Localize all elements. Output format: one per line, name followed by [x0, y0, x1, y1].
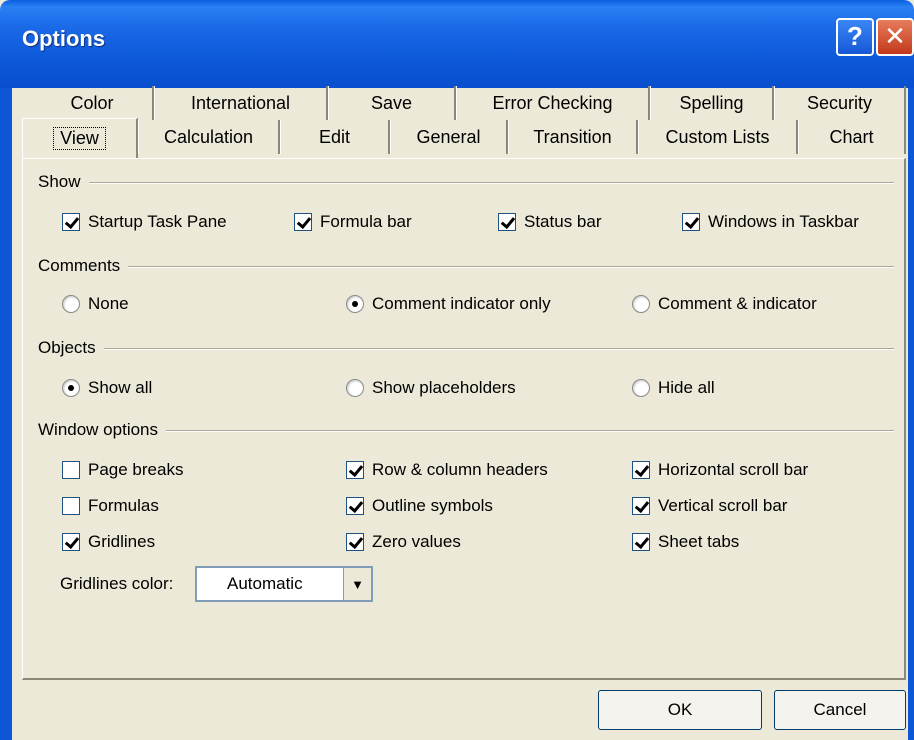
- objects-hide-all-radio[interactable]: Hide all: [632, 378, 715, 398]
- vertical-scroll-bar-label: Vertical scroll bar: [658, 496, 788, 515]
- status-bar-label: Status bar: [524, 212, 602, 231]
- gridlines-color-value: Automatic: [227, 574, 303, 593]
- tab-error-checking[interactable]: Error Checking: [456, 86, 650, 120]
- checkbox-box[interactable]: [632, 461, 650, 479]
- comments-group-line: [40, 266, 894, 268]
- startup-task-pane-checkbox[interactable]: Startup Task Pane: [62, 212, 227, 232]
- window-options-group-label: Window options: [38, 420, 167, 440]
- gridlines-color-select[interactable]: Automatic ▼: [195, 566, 373, 602]
- checkbox-box[interactable]: [62, 213, 80, 231]
- objects-group-label: Objects: [38, 338, 104, 358]
- tab-security[interactable]: Security: [774, 86, 906, 120]
- radio-circle[interactable]: [346, 379, 364, 397]
- objects-show-placeholders-radio[interactable]: Show placeholders: [346, 378, 516, 398]
- tab-general[interactable]: General: [390, 120, 508, 154]
- tab-calculation[interactable]: Calculation: [138, 120, 280, 154]
- objects-show-all-label: Show all: [88, 378, 153, 397]
- checkbox-box[interactable]: [346, 461, 364, 479]
- row-column-headers-checkbox[interactable]: Row & column headers: [346, 460, 548, 480]
- windows-in-taskbar-checkbox[interactable]: Windows in Taskbar: [682, 212, 859, 232]
- checkbox-box[interactable]: [632, 497, 650, 515]
- tab-view[interactable]: View: [22, 118, 138, 158]
- window-frame-left: [0, 88, 12, 740]
- formula-bar-checkbox[interactable]: Formula bar: [294, 212, 412, 232]
- gridlines-label: Gridlines: [88, 532, 156, 551]
- radio-circle[interactable]: [62, 379, 80, 397]
- page-breaks-checkbox[interactable]: Page breaks: [62, 460, 183, 480]
- checkbox-box[interactable]: [62, 497, 80, 515]
- page-breaks-label: Page breaks: [88, 460, 184, 479]
- show-group-label: Show: [38, 172, 89, 192]
- comment-indicator-only-label: Comment indicator only: [372, 294, 551, 313]
- gridlines-color-label: Gridlines color:: [60, 574, 174, 593]
- comment-and-indicator-label: Comment & indicator: [658, 294, 817, 313]
- tab-view-label: View: [53, 127, 106, 150]
- tab-save[interactable]: Save: [328, 86, 456, 120]
- zero-values-label: Zero values: [372, 532, 461, 551]
- checkbox-box[interactable]: [498, 213, 516, 231]
- radio-circle[interactable]: [346, 295, 364, 313]
- objects-group-line: [40, 348, 894, 350]
- window-frame-right: [908, 88, 914, 740]
- row-column-headers-label: Row & column headers: [372, 460, 548, 479]
- objects-show-placeholders-label: Show placeholders: [372, 378, 516, 397]
- radio-circle[interactable]: [632, 379, 650, 397]
- zero-values-checkbox[interactable]: Zero values: [346, 532, 461, 552]
- outline-symbols-label: Outline symbols: [372, 496, 493, 515]
- comment-indicator-only-radio[interactable]: Comment indicator only: [346, 294, 551, 314]
- tab-chart[interactable]: Chart: [798, 120, 906, 154]
- checkbox-box[interactable]: [62, 533, 80, 551]
- checkbox-box[interactable]: [682, 213, 700, 231]
- windows-in-taskbar-label: Windows in Taskbar: [708, 212, 859, 231]
- tab-transition[interactable]: Transition: [508, 120, 638, 154]
- comments-none-label: None: [88, 294, 129, 313]
- gridlines-checkbox[interactable]: Gridlines: [62, 532, 155, 552]
- tab-panel-view: [22, 158, 906, 680]
- formula-bar-label: Formula bar: [320, 212, 412, 231]
- tab-international[interactable]: International: [154, 86, 328, 120]
- checkbox-box[interactable]: [346, 533, 364, 551]
- tab-custom-lists[interactable]: Custom Lists: [638, 120, 798, 154]
- sheet-tabs-checkbox[interactable]: Sheet tabs: [632, 532, 739, 552]
- formulas-checkbox[interactable]: Formulas: [62, 496, 159, 516]
- tab-spelling[interactable]: Spelling: [650, 86, 774, 120]
- radio-circle[interactable]: [632, 295, 650, 313]
- title-bar: Options ? ✕: [0, 0, 914, 88]
- close-button[interactable]: ✕: [876, 18, 914, 56]
- comments-group-label: Comments: [38, 256, 129, 276]
- show-group-line: [40, 182, 894, 184]
- cancel-button[interactable]: Cancel: [774, 690, 906, 730]
- checkbox-box[interactable]: [62, 461, 80, 479]
- horizontal-scroll-bar-checkbox[interactable]: Horizontal scroll bar: [632, 460, 808, 480]
- checkbox-box[interactable]: [294, 213, 312, 231]
- radio-circle[interactable]: [62, 295, 80, 313]
- horizontal-scroll-bar-label: Horizontal scroll bar: [658, 460, 809, 479]
- outline-symbols-checkbox[interactable]: Outline symbols: [346, 496, 493, 516]
- chevron-down-icon[interactable]: ▼: [343, 568, 371, 600]
- formulas-label: Formulas: [88, 496, 159, 515]
- objects-hide-all-label: Hide all: [658, 378, 715, 397]
- checkbox-box[interactable]: [632, 533, 650, 551]
- vertical-scroll-bar-checkbox[interactable]: Vertical scroll bar: [632, 496, 787, 516]
- status-bar-checkbox[interactable]: Status bar: [498, 212, 602, 232]
- ok-button[interactable]: OK: [598, 690, 762, 730]
- sheet-tabs-label: Sheet tabs: [658, 532, 740, 551]
- help-button[interactable]: ?: [836, 18, 874, 56]
- startup-task-pane-label: Startup Task Pane: [88, 212, 227, 231]
- window-title: Options: [22, 26, 106, 51]
- window-options-group-line: [40, 430, 894, 432]
- tab-edit[interactable]: Edit: [280, 120, 390, 154]
- objects-show-all-radio[interactable]: Show all: [62, 378, 152, 398]
- comment-and-indicator-radio[interactable]: Comment & indicator: [632, 294, 817, 314]
- tab-color[interactable]: Color: [32, 86, 154, 120]
- comments-none-radio[interactable]: None: [62, 294, 129, 314]
- checkbox-box[interactable]: [346, 497, 364, 515]
